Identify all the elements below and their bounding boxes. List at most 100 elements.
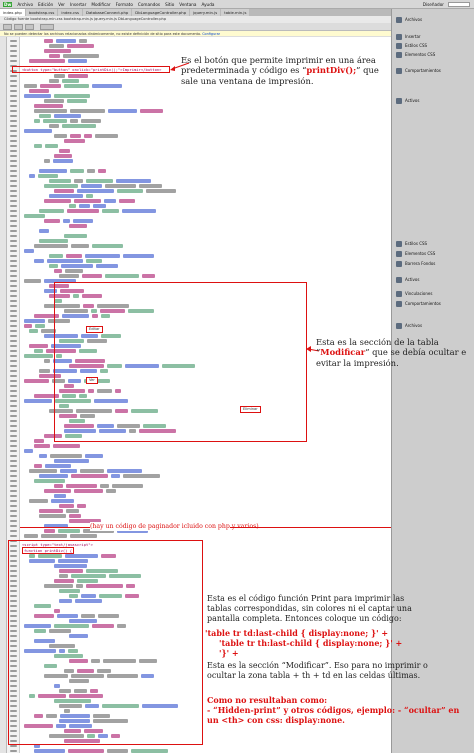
code-line-segment bbox=[49, 124, 59, 128]
tab-index-php[interactable]: index.php bbox=[0, 9, 25, 16]
menu-sitio[interactable]: Sitio bbox=[165, 2, 174, 7]
editar-tag: Editar bbox=[86, 326, 103, 333]
menu-comandos[interactable]: Comandos bbox=[138, 2, 160, 7]
line-number bbox=[10, 180, 17, 182]
code-line-segment bbox=[39, 229, 49, 233]
code-line-segment bbox=[61, 264, 93, 268]
menu-formato[interactable]: Formato bbox=[116, 2, 133, 7]
code-line-segment bbox=[79, 204, 90, 208]
code-line-segment bbox=[34, 259, 44, 263]
panel2-vinculaciones[interactable]: Vinculaciones bbox=[393, 289, 474, 298]
code-line-segment bbox=[29, 469, 57, 473]
panel-insertar[interactable]: Insertar bbox=[393, 32, 474, 41]
code-line-segment bbox=[54, 94, 90, 98]
code-line-segment bbox=[39, 169, 67, 173]
line-number bbox=[10, 525, 17, 527]
line-number bbox=[10, 305, 17, 307]
tab-database-connect[interactable]: DatabaseConnect.php bbox=[83, 9, 132, 16]
panel2-elementos-css[interactable]: Elementos CSS bbox=[393, 249, 474, 258]
code-line-segment bbox=[68, 59, 87, 63]
code-line-segment bbox=[93, 204, 106, 208]
tab-language-controller[interactable]: DbLanguageController.php bbox=[132, 9, 190, 16]
panel-comportamientos[interactable]: Comportamientos bbox=[393, 66, 474, 75]
code-line-segment bbox=[67, 99, 87, 103]
line-number bbox=[10, 105, 17, 107]
code-line-segment bbox=[67, 209, 99, 213]
code-line-segment bbox=[82, 274, 102, 278]
code-line-segment bbox=[51, 499, 74, 503]
code-line-segment bbox=[112, 484, 143, 488]
menu-modificar[interactable]: Modificar bbox=[91, 2, 110, 7]
code-line-segment bbox=[45, 144, 58, 148]
panel-elementos-css[interactable]: Elementos CSS bbox=[393, 50, 474, 59]
search-input[interactable] bbox=[448, 1, 470, 7]
menu-bar: Dw Archivo Edición Ver Insertar Modifica… bbox=[0, 0, 474, 9]
code-line-segment bbox=[59, 274, 79, 278]
paginator-line-left bbox=[20, 527, 90, 528]
code-line-segment bbox=[87, 169, 95, 173]
code-line-segment bbox=[44, 359, 50, 363]
css-code-line-2: 'table tr th:last-child { display:none; … bbox=[219, 638, 403, 648]
line-number bbox=[10, 360, 17, 362]
coding-toolbar bbox=[0, 37, 7, 753]
code-line-segment bbox=[70, 119, 78, 123]
code-line-segment bbox=[34, 244, 68, 248]
menu-archivo[interactable]: Archivo bbox=[17, 2, 33, 7]
code-line-segment bbox=[54, 134, 67, 138]
line-number bbox=[10, 130, 17, 132]
line-number bbox=[10, 330, 17, 332]
panel2-barrera-fondos[interactable]: Barrera Fondos bbox=[393, 259, 474, 268]
tab-index-css[interactable]: index.css bbox=[58, 9, 83, 16]
annotation-print-function: Esta es el código función Print para imp… bbox=[207, 594, 412, 623]
tab-bootstrap-css[interactable]: bootstrap.css bbox=[25, 9, 58, 16]
line-number bbox=[10, 165, 17, 167]
behaviors-icon bbox=[396, 300, 402, 307]
line-number bbox=[10, 95, 17, 97]
code-line-segment bbox=[29, 174, 35, 178]
code-line-segment bbox=[142, 274, 155, 278]
panel2-archivos[interactable]: Archivos bbox=[393, 321, 474, 330]
code-line-segment bbox=[74, 199, 101, 203]
code-line-segment bbox=[84, 134, 92, 138]
menu-insertar[interactable]: Insertar bbox=[70, 2, 86, 7]
line-number bbox=[10, 325, 17, 327]
live-view-button[interactable] bbox=[40, 24, 54, 30]
line-number bbox=[10, 445, 17, 447]
menu-edicion[interactable]: Edición bbox=[38, 2, 53, 7]
code-line-segment bbox=[119, 199, 135, 203]
panel2-estilos-css[interactable]: Estilos CSS bbox=[393, 239, 474, 248]
code-line-segment bbox=[131, 749, 168, 753]
code-line-segment bbox=[49, 44, 64, 48]
workspace-controls: Diseñador bbox=[423, 1, 470, 7]
code-line-segment bbox=[71, 474, 108, 478]
tab-jquery[interactable]: jquery.min.js bbox=[190, 9, 221, 16]
annotation-paginator: (hay un código de paginador icluido con … bbox=[90, 522, 259, 531]
behaviors-icon bbox=[396, 67, 402, 74]
code-view-button[interactable] bbox=[3, 24, 12, 30]
split-view-button[interactable] bbox=[14, 24, 23, 30]
workspace-switcher[interactable]: Diseñador bbox=[423, 2, 444, 7]
line-number bbox=[10, 45, 17, 47]
panel-estilos-css[interactable]: Estilos CSS bbox=[393, 41, 474, 50]
code-line-segment bbox=[53, 159, 73, 163]
menu-ayuda[interactable]: Ayuda bbox=[201, 2, 214, 7]
line-number bbox=[10, 495, 17, 497]
menu-ver[interactable]: Ver bbox=[58, 2, 65, 7]
code-line-segment bbox=[39, 474, 68, 478]
tab-table-js[interactable]: table.min.js bbox=[221, 9, 250, 16]
configure-link[interactable]: Configurar bbox=[202, 32, 220, 36]
menu-ventana[interactable]: Ventana bbox=[179, 2, 196, 7]
related-files-bar[interactable]: Código fuente bootstrap.min.css bootstra… bbox=[0, 16, 391, 23]
code-line-segment bbox=[105, 184, 136, 188]
annotation-results: Como no resultaban como: - “Hidden-print… bbox=[207, 695, 471, 725]
code-line-segment bbox=[64, 139, 85, 143]
design-view-button[interactable] bbox=[25, 24, 34, 30]
code-line-segment bbox=[73, 219, 93, 223]
panel2-activos[interactable]: Activos bbox=[393, 275, 474, 284]
code-line-segment bbox=[49, 254, 63, 258]
panel2-comportamientos[interactable]: Comportamientos bbox=[393, 299, 474, 308]
panel-activos[interactable]: Activos bbox=[393, 96, 474, 105]
panel-archivos[interactable]: Archivos bbox=[393, 15, 474, 24]
line-number bbox=[10, 480, 17, 482]
code-line-segment bbox=[29, 329, 38, 333]
